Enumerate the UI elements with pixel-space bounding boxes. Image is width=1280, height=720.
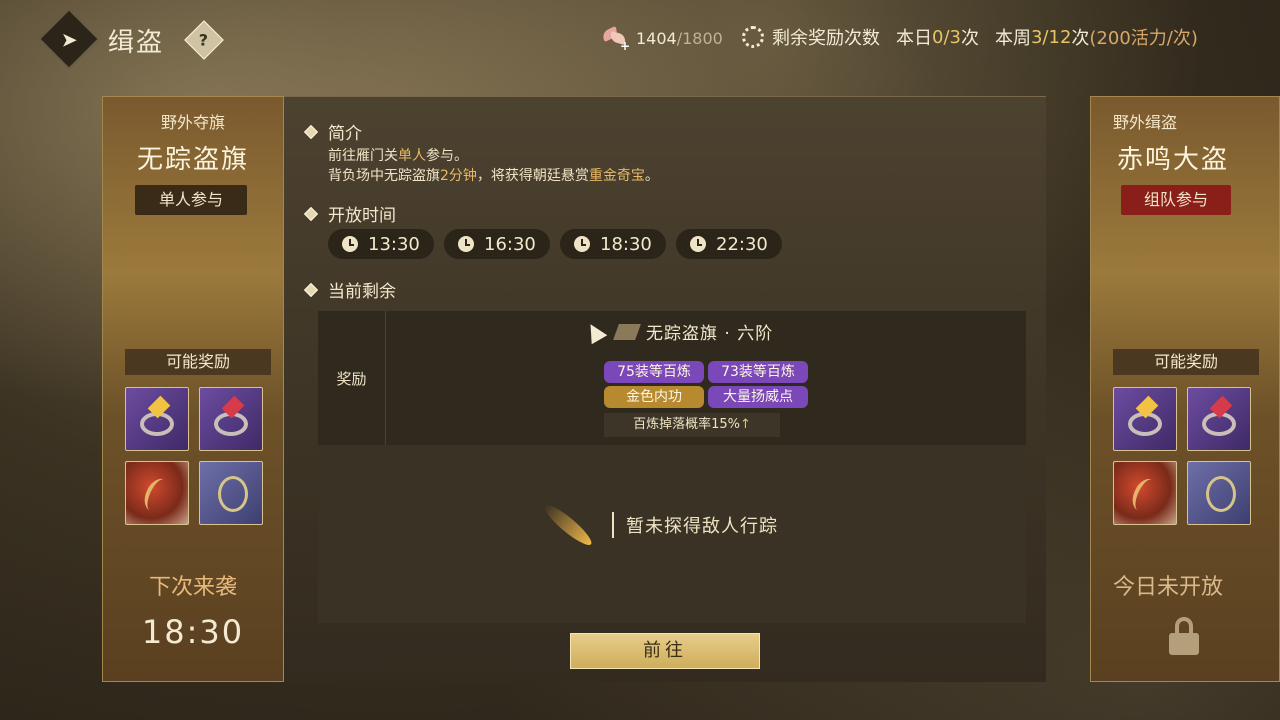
time-text: 22:30 — [716, 233, 768, 255]
flag-title-text: 无踪盗旗 · 六阶 — [646, 324, 774, 344]
daily-value: 0/3 — [932, 26, 961, 48]
highlight: 2分钟 — [440, 168, 477, 184]
flag-icon — [613, 323, 641, 340]
event-card-left[interactable]: 野外夺旗 无踪盗旗 单人参与 可能奖励 下次来袭 18:30 — [102, 96, 284, 682]
event-detail-panel: 简介 前往雁门关单人参与。 背负场中无踪盗旗2分钟，将获得朝廷悬赏重金奇宝。 开… — [284, 96, 1046, 682]
text: 背负场中无踪盗旗 — [328, 168, 440, 184]
diamond-bullet-icon — [303, 282, 319, 297]
gold-leaf-icon — [540, 500, 596, 550]
reward-tag: 73装等百炼 — [708, 361, 808, 383]
clock-icon — [342, 236, 358, 252]
clock-icon — [458, 236, 474, 252]
time-text: 18:30 — [600, 233, 652, 255]
cursor-icon — [582, 319, 608, 344]
open-time-label: 开放时间 — [328, 206, 396, 226]
empty-text: 暂未探得敌人行踪 — [626, 516, 778, 537]
weekly-value: 3/12 — [1030, 26, 1072, 48]
back-arrow-icon: ➤ — [60, 26, 78, 51]
intro-line-2: 背负场中无踪盗旗2分钟，将获得朝廷悬赏重金奇宝。 — [328, 165, 659, 185]
text: ，将获得朝廷悬赏 — [476, 168, 589, 184]
event-card-right[interactable]: 野外缉盗 赤鸣大盗 组队参与 可能奖励 今日未开放 — [1090, 96, 1280, 682]
card-subtitle: 野外夺旗 — [160, 113, 225, 132]
reward-ring-gold-item[interactable] — [1113, 387, 1177, 451]
weekly-label: 本周 — [994, 28, 1031, 49]
rewards-heading: 可能奖励 — [1113, 349, 1259, 375]
text: 参与。 — [426, 148, 468, 164]
reward-ring-gold-item[interactable] — [125, 387, 189, 451]
card-subtitle: 野外缉盗 — [1113, 113, 1178, 132]
next-raid-time: 18:30 — [141, 613, 245, 651]
reward-count-label: 剩余奖励次数 — [772, 28, 880, 49]
intro-heading: 简介 — [303, 119, 362, 144]
cost-note: (200活力/次) — [1089, 28, 1198, 49]
drop-rate: 百炼掉落概率15%↑ — [604, 413, 780, 437]
clock-icon — [690, 236, 706, 252]
highlight: 重金奇宝 — [588, 168, 645, 184]
closed-status: 今日未开放 — [1113, 575, 1224, 600]
back-button[interactable]: ➤ — [39, 9, 99, 69]
remaining-label: 当前剩余 — [328, 282, 396, 302]
time-text: 16:30 — [484, 233, 536, 255]
highlight: 单人 — [398, 148, 426, 164]
feather-icon — [139, 474, 175, 516]
reward-tag: 大量扬威点 — [708, 386, 808, 408]
diamond-bullet-icon — [303, 124, 319, 139]
text: 前往雁门关 — [328, 148, 398, 164]
time-slot: 22:30 — [676, 229, 782, 259]
clock-icon — [574, 236, 590, 252]
divider — [612, 512, 614, 538]
drop-rate-text: 百炼掉落概率15% — [633, 417, 740, 432]
reward-tag: 75装等百炼 — [604, 361, 704, 383]
flag-title: 无踪盗旗 · 六阶 — [582, 319, 774, 344]
daily-label: 本日 — [896, 28, 932, 49]
mode-tag: 单人参与 — [135, 185, 247, 215]
reward-label: 奖励 — [318, 311, 386, 445]
up-arrow-icon: ↑ — [740, 417, 751, 432]
trident-icon — [1206, 476, 1236, 512]
card-title: 无踪盗旗 — [136, 145, 249, 175]
diamond-bullet-icon — [303, 206, 319, 221]
card-title: 赤鸣大盗 — [1117, 145, 1230, 175]
wings-plus-icon: + — [600, 25, 630, 53]
intro-label: 简介 — [328, 124, 362, 144]
page-title: 缉盗 — [108, 28, 165, 58]
reward-tag: 金色内功 — [604, 386, 704, 408]
swirl-icon — [742, 26, 764, 48]
text: 。 — [644, 168, 659, 184]
empty-state: 暂未探得敌人行踪 — [538, 495, 858, 555]
next-raid-label: 下次来袭 — [148, 575, 237, 600]
mode-tag: 组队参与 — [1121, 185, 1231, 215]
time-slot: 16:30 — [444, 229, 550, 259]
reward-trident-item[interactable] — [199, 461, 263, 525]
reward-trident-item[interactable] — [1187, 461, 1251, 525]
reward-ring-red-item[interactable] — [199, 387, 263, 451]
remaining-heading: 当前剩余 — [303, 277, 396, 302]
remaining-box: 奖励 无踪盗旗 · 六阶 75装等百炼 73装等百炼 金色内功 大量扬威点 百炼… — [318, 311, 1026, 623]
energy-current: 1404 — [636, 28, 677, 48]
energy-counter[interactable]: + 1404 /1800 — [600, 22, 723, 54]
rewards-heading: 可能奖励 — [125, 349, 271, 375]
weekly-unit: 次 — [1071, 28, 1090, 49]
time-slot: 18:30 — [560, 229, 666, 259]
reward-count-info: 剩余奖励次数 本日 0/3 次 本周 3/12 次 (200活力/次) — [742, 24, 1198, 50]
reward-ring-red-item[interactable] — [1187, 387, 1251, 451]
top-bar: ➤ 缉盗 ? + 1404 /1800 剩余奖励次数 本日 0/3 次 本周 3… — [0, 0, 1280, 80]
time-text: 13:30 — [368, 233, 420, 255]
trident-icon — [218, 476, 248, 512]
feather-icon — [1127, 474, 1163, 516]
lock-icon — [1169, 617, 1199, 657]
go-button[interactable]: 前往 — [570, 633, 760, 669]
intro-line-1: 前往雁门关单人参与。 — [328, 145, 468, 165]
energy-max: /1800 — [676, 28, 723, 48]
help-icon: ? — [199, 30, 209, 50]
daily-unit: 次 — [960, 28, 979, 49]
time-slot: 13:30 — [328, 229, 434, 259]
reward-row: 奖励 无踪盗旗 · 六阶 75装等百炼 73装等百炼 金色内功 大量扬威点 百炼… — [318, 311, 1026, 445]
open-time-heading: 开放时间 — [303, 201, 396, 226]
reward-feather-item[interactable] — [1113, 461, 1177, 525]
reward-feather-item[interactable] — [125, 461, 189, 525]
help-button[interactable]: ? — [184, 20, 224, 60]
